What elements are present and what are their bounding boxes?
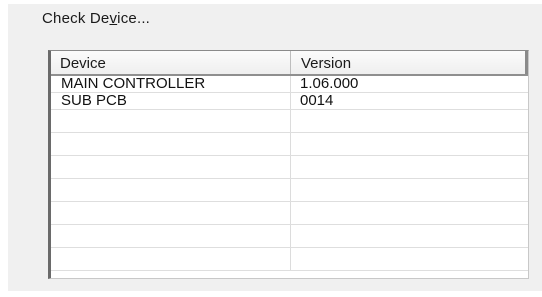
list-body: MAIN CONTROLLER 1.06.000 SUB PCB 0014 — [51, 76, 528, 271]
empty-cell — [291, 156, 528, 178]
empty-cell — [51, 224, 291, 247]
empty-row — [51, 247, 528, 271]
column-header-device[interactable]: Device — [51, 51, 291, 74]
empty-cell — [51, 109, 291, 132]
empty-row — [51, 132, 528, 156]
column-header-version[interactable]: Version — [291, 51, 528, 74]
empty-cell — [291, 133, 528, 155]
check-device-group-title: Check Device... — [42, 10, 150, 27]
empty-cell — [291, 202, 528, 224]
empty-row — [51, 109, 528, 133]
list-header: Device Version — [51, 51, 528, 76]
list-row[interactable]: MAIN CONTROLLER 1.06.000 — [51, 76, 528, 93]
empty-cell — [51, 132, 291, 155]
list-row[interactable]: SUB PCB 0014 — [51, 92, 528, 110]
empty-row — [51, 224, 528, 248]
empty-cell — [51, 155, 291, 178]
empty-row — [51, 201, 528, 225]
empty-row — [51, 155, 528, 179]
empty-cell — [51, 247, 291, 270]
device-cell: MAIN CONTROLLER — [51, 76, 291, 92]
version-cell: 1.06.000 — [300, 76, 359, 92]
empty-cell — [291, 248, 528, 270]
version-cell: 0014 — [300, 92, 334, 109]
empty-cell — [291, 179, 528, 201]
empty-row — [51, 178, 528, 202]
group-title-part-2: ice... — [117, 10, 151, 27]
device-cell: SUB PCB — [51, 92, 291, 109]
empty-cell — [51, 178, 291, 201]
device-list-view[interactable]: Device Version MAIN CONTROLLER 1.06.000 … — [48, 50, 529, 279]
group-title-part-1: Check De — [42, 10, 110, 27]
empty-cell — [51, 201, 291, 224]
empty-cell — [291, 110, 528, 132]
empty-cell — [291, 225, 528, 247]
